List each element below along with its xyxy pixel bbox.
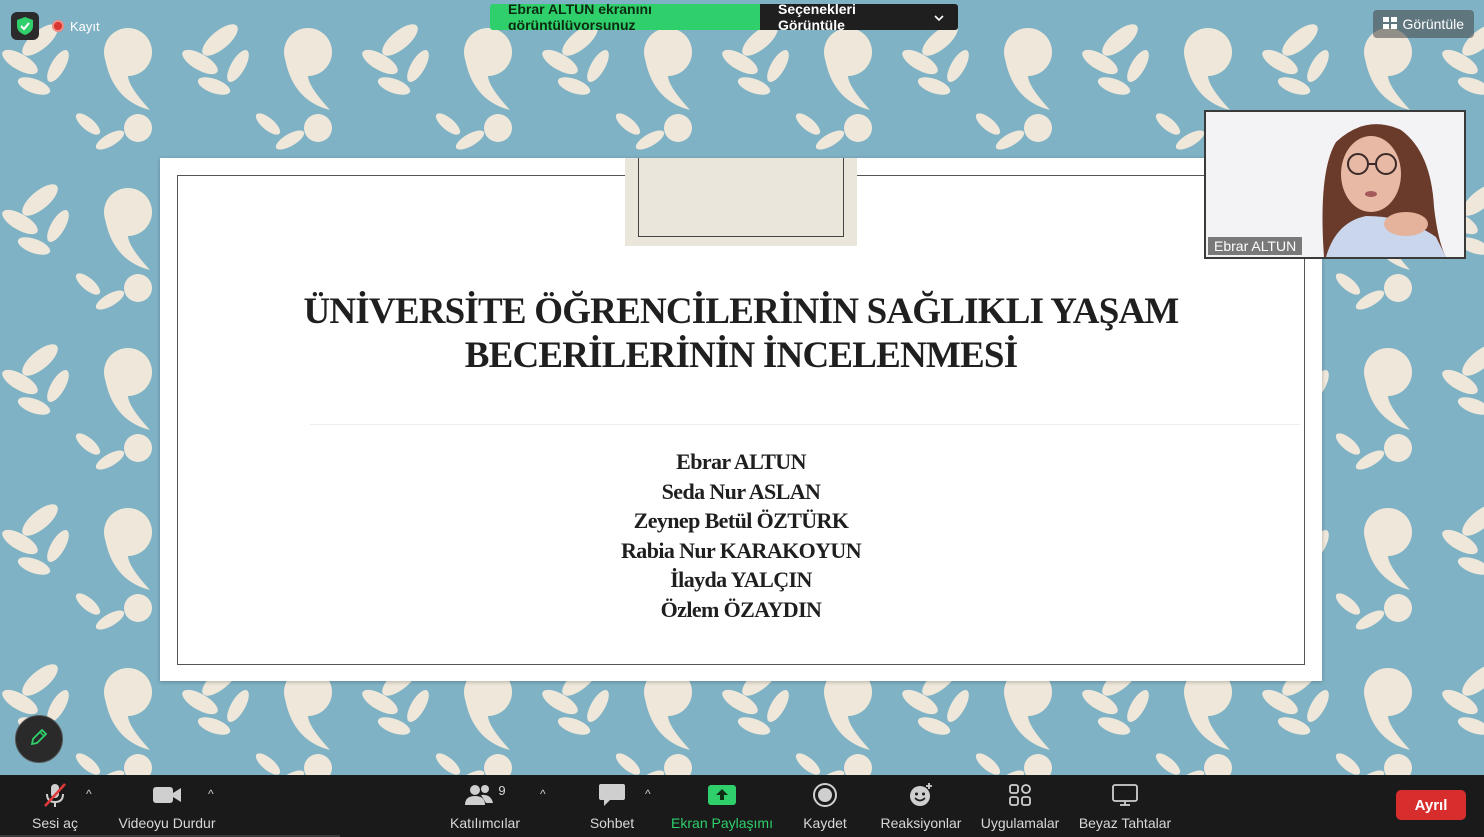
recording-indicator: Kayıt xyxy=(52,16,100,36)
smiley-icon xyxy=(907,775,935,815)
unmute-button[interactable]: Sesi aç xyxy=(30,775,80,837)
meeting-toolbar: Sesi aç ^ Videoyu Durdur ^ 9 Katılımcıla… xyxy=(0,775,1484,837)
participant-video-feed xyxy=(1206,112,1464,257)
shared-screen-area: Kayıt Ebrar ALTUN ekranını görüntülüyors… xyxy=(0,0,1484,775)
chat-label: Sohbet xyxy=(589,815,635,831)
chat-options-caret-icon[interactable]: ^ xyxy=(645,787,651,801)
share-screen-icon xyxy=(707,775,737,815)
apps-button[interactable]: Uygulamalar xyxy=(976,775,1064,837)
participant-name-label: Ebrar ALTUN xyxy=(1208,237,1303,255)
chevron-down-icon xyxy=(934,9,944,25)
author-name: Rabia Nur KARAKOYUN xyxy=(621,537,862,563)
record-icon xyxy=(812,775,838,815)
view-options-button[interactable]: Seçenekleri Görüntüle xyxy=(760,4,958,30)
pencil-icon xyxy=(29,727,49,752)
apps-label: Uygulamalar xyxy=(980,815,1060,831)
microphone-muted-icon xyxy=(41,775,69,815)
leave-meeting-button[interactable]: Ayrıl xyxy=(1396,790,1466,820)
slide-title-line1: ÜNİVERSİTE ÖĞRENCİLERİNİN SAĞLIKLI YAŞAM xyxy=(303,291,1179,332)
view-layout-button[interactable]: Görüntüle xyxy=(1372,10,1474,38)
stop-video-button[interactable]: Videoyu Durdur xyxy=(112,775,222,837)
chat-bubble-icon xyxy=(598,775,626,815)
participants-count: 9 xyxy=(498,782,506,798)
reactions-button[interactable]: Reaksiyonlar xyxy=(878,775,964,837)
annotate-button[interactable] xyxy=(15,715,63,763)
screen-share-banner: Ebrar ALTUN ekranını görüntülüyorsunuz S… xyxy=(490,4,958,30)
slide-title: ÜNİVERSİTE ÖĞRENCİLERİNİN SAĞLIKLI YAŞAM… xyxy=(200,290,1282,378)
view-options-label: Seçenekleri Görüntüle xyxy=(778,4,856,30)
participants-label: Katılımcılar xyxy=(449,815,520,831)
apps-icon xyxy=(1007,775,1033,815)
participant-video-tile[interactable]: Ebrar ALTUN xyxy=(1204,110,1466,259)
record-button[interactable]: Kaydet xyxy=(796,775,854,837)
whiteboard-icon xyxy=(1111,775,1139,815)
video-options-caret-icon[interactable]: ^ xyxy=(208,787,214,801)
author-name: Özlem ÖZAYDIN xyxy=(660,596,822,622)
view-button-label: Görüntüle xyxy=(1402,16,1464,32)
video-camera-icon xyxy=(152,775,182,815)
participants-icon: 9 xyxy=(464,775,506,815)
participants-options-caret-icon[interactable]: ^ xyxy=(540,787,546,801)
share-screen-button[interactable]: Ekran Paylaşımı xyxy=(670,775,774,837)
record-label: Kaydet xyxy=(803,815,847,831)
stop-video-label: Videoyu Durdur xyxy=(118,815,216,831)
slide-authors: Ebrar ALTUN Seda Nur ASLAN Zeynep Betül … xyxy=(400,447,1082,624)
chat-button[interactable]: Sohbet xyxy=(584,775,640,837)
whiteboards-button[interactable]: Beyaz Tahtalar xyxy=(1078,775,1172,837)
author-name: Ebrar ALTUN xyxy=(676,449,806,474)
share-banner-text: Ebrar ALTUN ekranını görüntülüyorsunuz xyxy=(490,4,760,30)
author-name: Zeynep Betül ÖZTÜRK xyxy=(633,508,849,533)
participants-button[interactable]: 9 Katılımcılar xyxy=(446,775,524,837)
author-name: Seda Nur ASLAN xyxy=(661,478,821,504)
author-name: İlayda YALÇIN xyxy=(670,567,812,592)
slide-divider xyxy=(310,424,1300,425)
whiteboards-label: Beyaz Tahtalar xyxy=(1078,815,1172,831)
slide-top-tab-inner xyxy=(638,158,844,237)
slide-title-line2: BECERİLERİNİN İNCELENMESİ xyxy=(464,335,1018,376)
reactions-label: Reaksiyonlar xyxy=(880,815,962,831)
audio-options-caret-icon[interactable]: ^ xyxy=(86,787,92,801)
recording-dot-icon xyxy=(52,20,64,32)
grid-icon xyxy=(1382,16,1397,32)
security-shield-icon[interactable] xyxy=(11,12,39,40)
share-screen-label: Ekran Paylaşımı xyxy=(671,815,773,831)
unmute-label: Sesi aç xyxy=(32,815,78,831)
recording-label: Kayıt xyxy=(70,18,100,34)
